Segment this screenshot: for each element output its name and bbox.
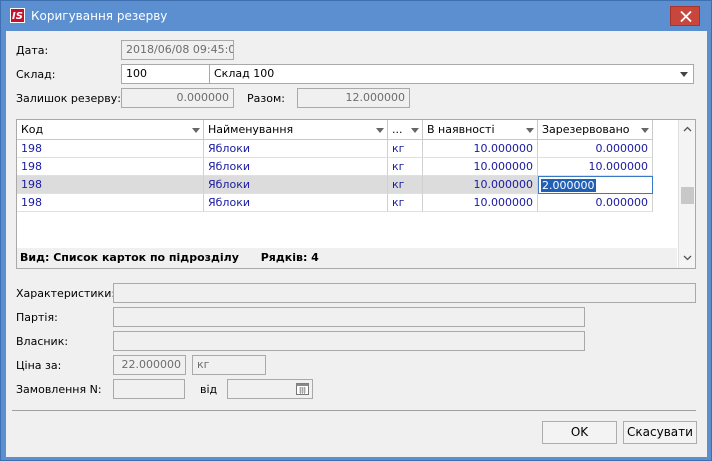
cell-available: 10.000000	[423, 158, 538, 176]
characteristics-field	[113, 283, 696, 303]
dialog-body: Дата: 2018/06/08 09:45:04 Склад: 100 Скл…	[6, 31, 707, 457]
scroll-down-icon[interactable]	[683, 253, 692, 262]
owner-field	[113, 331, 585, 351]
order-number-label: Замовлення N:	[16, 383, 102, 396]
batch-label: Партія:	[16, 311, 58, 324]
column-header-unit[interactable]: ...	[388, 120, 423, 139]
window-title: Коригування резерву	[31, 9, 168, 23]
cards-grid[interactable]: Код Найменування ... В наявності Зарезер…	[16, 119, 696, 269]
cell-unit: кг	[388, 194, 423, 212]
grid-header: Код Найменування ... В наявності Зарезер…	[17, 120, 653, 140]
column-header-available[interactable]: В наявності	[423, 120, 538, 139]
filter-arrow-icon[interactable]	[376, 128, 384, 133]
characteristics-label: Характеристики:	[16, 287, 116, 300]
cancel-button[interactable]: Скасувати	[623, 421, 697, 444]
warehouse-name: Склад 100	[214, 67, 275, 80]
cell-reserved[interactable]: 10.000000	[538, 158, 653, 176]
price-label: Ціна за:	[16, 359, 62, 372]
vertical-scrollbar[interactable]	[678, 120, 695, 268]
cell-code: 198	[17, 176, 204, 194]
reserved-edit-value: 2.000000	[541, 179, 596, 192]
cell-name: Яблоки	[204, 158, 388, 176]
close-icon	[680, 11, 692, 22]
price-field: 22.000000	[113, 355, 186, 375]
grid-footer: Вид: Список карток по підрозділу Рядків:…	[17, 248, 677, 268]
warehouse-label: Склад:	[16, 68, 56, 81]
reserve-balance-label: Залишок резерву:	[16, 92, 121, 105]
scroll-up-icon[interactable]	[683, 125, 692, 134]
cell-unit: кг	[388, 176, 423, 194]
warehouse-code-input[interactable]: 100	[121, 64, 210, 84]
dialog-window: IS Коригування резерву Дата: 2018/06/08 …	[0, 0, 712, 461]
filter-arrow-icon[interactable]	[411, 128, 419, 133]
scrollbar-thumb[interactable]	[681, 187, 694, 204]
title-bar: IS Коригування резерву	[1, 1, 711, 31]
order-date-field	[227, 379, 313, 399]
date-label: Дата:	[16, 44, 49, 57]
reserved-edit-input[interactable]: 2.000000	[538, 176, 653, 194]
total-field: 12.000000	[297, 88, 410, 108]
reserve-balance-field: 0.000000	[121, 88, 234, 108]
batch-field	[113, 307, 585, 327]
cell-available: 10.000000	[423, 176, 538, 194]
column-header-reserved[interactable]: Зарезервовано	[538, 120, 653, 139]
order-number-field	[113, 379, 185, 399]
order-date-label: від	[200, 383, 218, 396]
cell-code: 198	[17, 194, 204, 212]
table-row[interactable]: 198 Яблоки кг 10.000000 10.000000	[17, 158, 653, 176]
cell-reserved[interactable]: 0.000000	[538, 194, 653, 212]
column-header-code[interactable]: Код	[17, 120, 204, 139]
price-unit-field: кг	[192, 355, 266, 375]
cell-code: 198	[17, 158, 204, 176]
footer-row-count: Рядків: 4	[260, 251, 319, 264]
cell-unit: кг	[388, 140, 423, 158]
table-row[interactable]: 198 Яблоки кг 10.000000 0.000000	[17, 140, 653, 158]
filter-arrow-icon[interactable]	[526, 128, 534, 133]
cell-name: Яблоки	[204, 194, 388, 212]
footer-view-label: Вид: Список карток по підрозділу	[20, 251, 239, 264]
total-label: Разом:	[247, 92, 285, 105]
cell-name: Яблоки	[204, 176, 388, 194]
cell-code: 198	[17, 140, 204, 158]
cell-available: 10.000000	[423, 194, 538, 212]
app-logo-icon: IS	[10, 8, 25, 23]
ok-button[interactable]: OK	[542, 421, 617, 444]
cell-name: Яблоки	[204, 140, 388, 158]
close-button[interactable]	[670, 6, 700, 26]
owner-label: Власник:	[16, 335, 69, 348]
date-field: 2018/06/08 09:45:04	[121, 40, 234, 60]
column-header-name[interactable]: Найменування	[204, 120, 388, 139]
table-row-selected[interactable]: 198 Яблоки кг 10.000000 2.000000	[17, 176, 653, 194]
filter-arrow-icon[interactable]	[641, 128, 649, 133]
cell-unit: кг	[388, 158, 423, 176]
filter-arrow-icon[interactable]	[192, 128, 200, 133]
warehouse-select[interactable]: Склад 100	[209, 64, 694, 84]
separator	[12, 410, 696, 411]
calendar-icon[interactable]	[296, 382, 309, 395]
table-row[interactable]: 198 Яблоки кг 10.000000 0.000000	[17, 194, 653, 212]
chevron-down-icon[interactable]	[680, 72, 688, 77]
cell-reserved[interactable]: 0.000000	[538, 140, 653, 158]
cell-available: 10.000000	[423, 140, 538, 158]
